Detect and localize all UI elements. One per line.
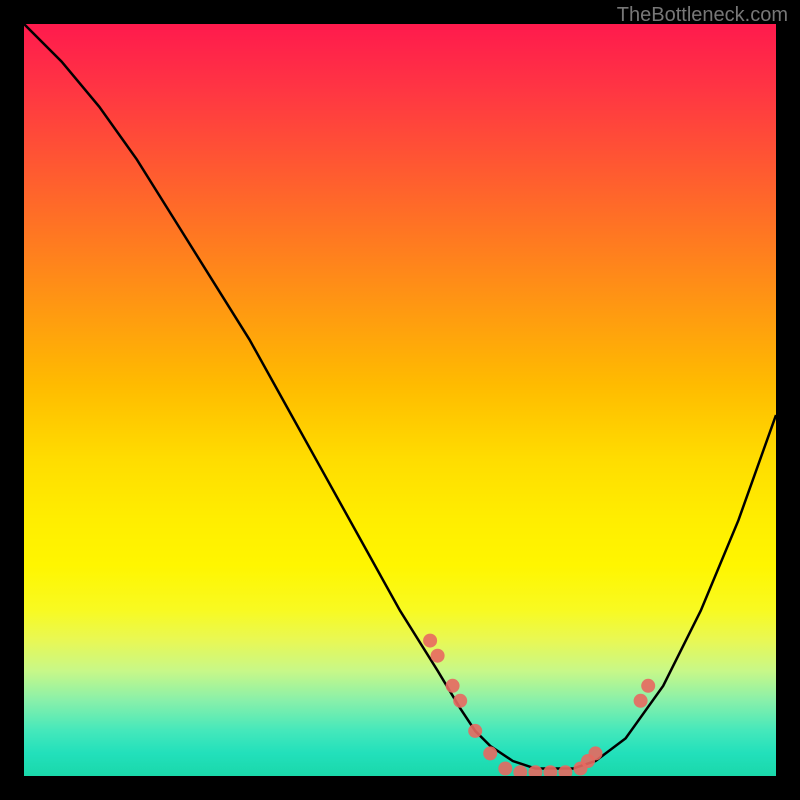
data-marker [498, 762, 512, 776]
data-marker [558, 765, 572, 776]
data-marker [423, 634, 437, 648]
data-marker [468, 724, 482, 738]
chart-svg [24, 24, 776, 776]
data-marker [483, 746, 497, 760]
data-marker [641, 679, 655, 693]
data-marker [513, 765, 527, 776]
chart-plot-area [24, 24, 776, 776]
bottleneck-curve [24, 24, 776, 769]
data-marker [634, 694, 648, 708]
data-marker [446, 679, 460, 693]
data-marker [453, 694, 467, 708]
data-marker [589, 746, 603, 760]
data-markers [423, 634, 655, 776]
attribution-text: TheBottleneck.com [617, 4, 788, 27]
data-marker [543, 765, 557, 776]
data-marker [431, 649, 445, 663]
